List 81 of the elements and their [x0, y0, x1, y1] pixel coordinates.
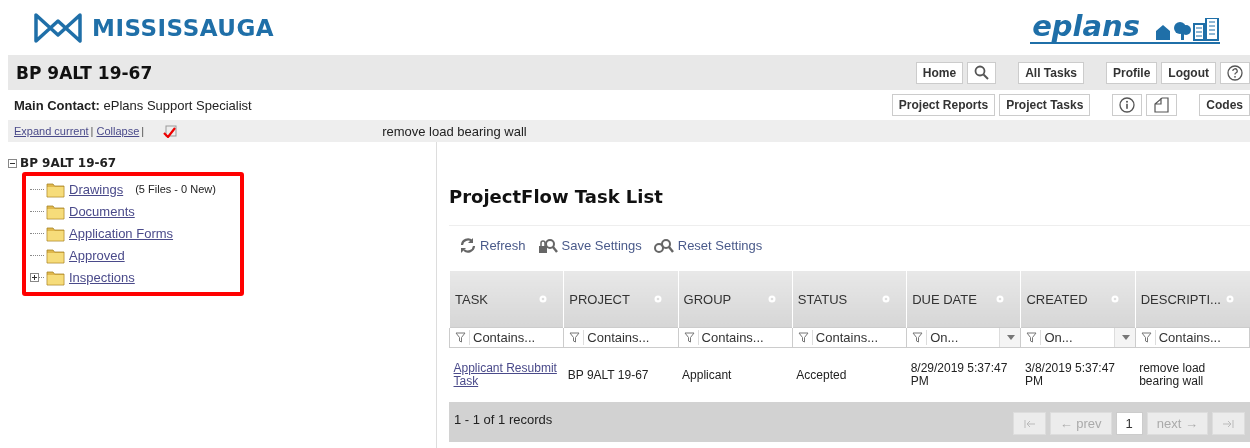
column-header[interactable]: TASK [449, 271, 564, 328]
city-logo-icon [34, 12, 82, 43]
expand-icon[interactable] [30, 272, 44, 282]
folder-icon [46, 202, 65, 220]
action-button[interactable]: Refresh [459, 234, 526, 257]
filter-field[interactable]: On... [907, 328, 1021, 347]
tree-toolbar-link[interactable]: Expand current [14, 125, 89, 137]
note-icon [1153, 97, 1171, 113]
filter-field[interactable]: Contains... [678, 328, 792, 347]
search-icon [974, 65, 990, 80]
column-header[interactable]: DUE DATE [906, 271, 1021, 328]
filter-icon[interactable] [1026, 332, 1038, 343]
table-cell: Applicant [678, 347, 793, 402]
table-cell: 3/8/2019 5:37:47 PM [1020, 347, 1136, 402]
tree-toolbar-link[interactable]: Collapse [96, 125, 140, 137]
main-contact-text: Main Contact: ePlans Support Specialist [14, 97, 253, 113]
filter-icon[interactable] [912, 332, 924, 343]
folder-link[interactable]: Documents [69, 203, 135, 219]
column-header[interactable]: PROJECT [563, 271, 679, 328]
column-header[interactable]: DESCRIPTI... [1135, 271, 1250, 328]
filter-icon[interactable] [1140, 332, 1152, 343]
record-count: 1 - 1 of 1 records [454, 412, 553, 427]
folder-link[interactable]: Application Forms [69, 225, 174, 241]
lock-magnifier-icon [537, 237, 558, 254]
filter-field[interactable]: On... [1021, 328, 1135, 347]
caret-icon[interactable] [1006, 334, 1017, 341]
nav-button[interactable]: Project Tasks [999, 94, 1091, 116]
help-icon [1227, 64, 1243, 81]
file-count: (5 Files - 0 New) [135, 183, 216, 195]
info-icon [1119, 97, 1136, 113]
filter-field[interactable]: Contains... [450, 328, 564, 347]
nav-button[interactable]: Home [915, 61, 964, 84]
checkmark-icon[interactable] [163, 124, 178, 138]
nav-button[interactable]: Profile [1106, 61, 1158, 84]
table-cell: BP 9ALT 19-67 [563, 347, 679, 402]
note-button[interactable] [1146, 94, 1178, 116]
folder-icon [46, 180, 65, 198]
filter-field[interactable]: Contains... [564, 328, 678, 347]
refresh-icon [459, 237, 476, 254]
column-header[interactable]: CREATED [1020, 271, 1136, 328]
table-cell: Accepted [792, 347, 907, 402]
nav-button[interactable]: Logout [1161, 61, 1216, 84]
filter-icon[interactable] [455, 332, 466, 343]
filter-field[interactable]: Contains... [1135, 328, 1249, 347]
tree-root-label[interactable]: BP 9ALT 19-67 [20, 156, 117, 170]
folder-link[interactable]: Inspections [69, 269, 135, 285]
reset-magnifier-icon [653, 237, 674, 254]
action-button[interactable]: Reset Settings [653, 234, 763, 257]
project-description: remove load bearing wall [382, 123, 527, 139]
folder-link[interactable]: Drawings [69, 181, 124, 197]
folder-icon [46, 268, 65, 286]
separator-text: | [90, 125, 94, 137]
column-header[interactable]: STATUS [792, 271, 907, 328]
last-page-icon [1222, 417, 1235, 430]
folder-icon [46, 224, 65, 242]
nav-button[interactable]: All Tasks [1018, 61, 1084, 84]
search-button[interactable] [967, 61, 997, 84]
table-cell: 8/29/2019 5:37:47 PM [906, 347, 1021, 402]
folder-icon [46, 246, 65, 264]
folder-link[interactable]: Approved [69, 247, 125, 263]
project-title: BP 9ALT 19-67 [16, 62, 154, 83]
filter-field[interactable]: Contains... [792, 328, 907, 347]
first-page-icon [1022, 417, 1036, 430]
collapse-icon[interactable] [8, 158, 17, 168]
city-logo-text: MISSISSAUGA [92, 14, 275, 41]
page-button[interactable]: 1 [1115, 412, 1143, 435]
column-header[interactable]: GROUP [678, 271, 793, 328]
nav-button[interactable]: Project Reports [891, 94, 996, 116]
action-button[interactable]: Save Settings [537, 234, 642, 257]
separator-text: | [141, 125, 145, 137]
filter-icon[interactable] [683, 332, 695, 343]
table-cell: remove load bearing wall [1135, 347, 1250, 402]
product-logo-text: eplans [1032, 11, 1140, 41]
filter-icon[interactable] [569, 332, 581, 343]
caret-icon[interactable] [1120, 334, 1131, 341]
task-list-title: ProjectFlow Task List [449, 186, 664, 207]
task-link[interactable]: Applicant Resubmit Task [453, 362, 560, 388]
nav-button[interactable]: Codes [1199, 94, 1250, 116]
help-button[interactable] [1220, 61, 1250, 84]
info-button[interactable] [1112, 94, 1143, 116]
filter-icon[interactable] [797, 332, 809, 343]
